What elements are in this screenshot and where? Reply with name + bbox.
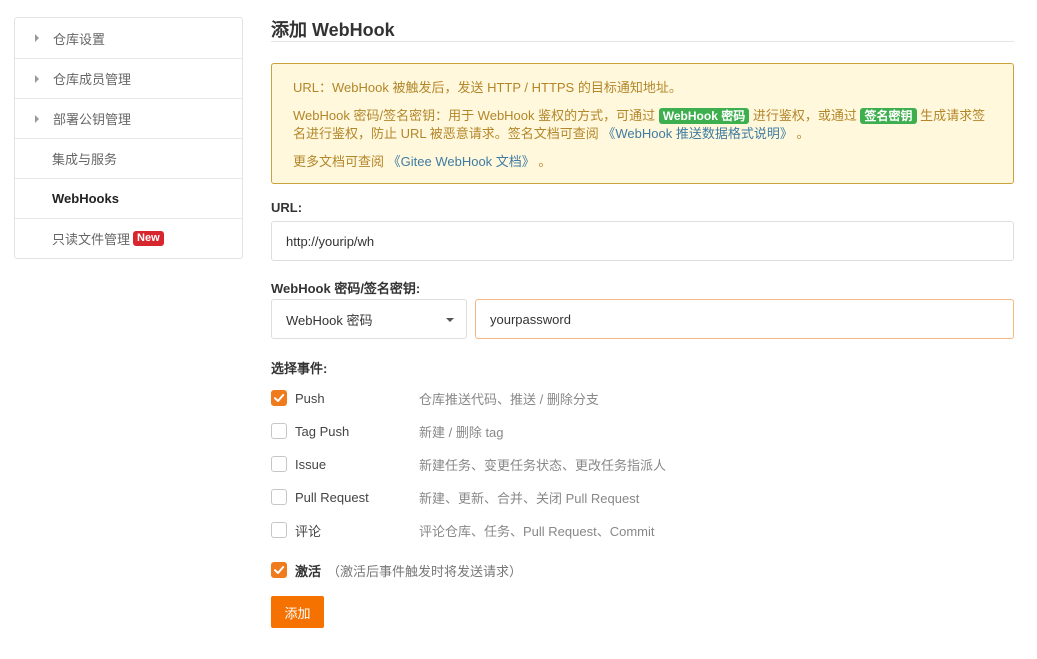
notice-more-docs-text: 更多文档可查阅 《Gitee WebHook 文档》 。: [293, 153, 992, 171]
event-desc: 新建、更新、合并、关闭 Pull Request: [419, 490, 640, 506]
notice-secret-text: WebHook 密码/签名密钥：用于 WebHook 鉴权的方式，可通过 Web…: [293, 107, 992, 143]
notice-line-2d: 。: [796, 126, 810, 141]
event-desc: 新建任务、变更任务状态、更改任务指派人: [419, 457, 667, 473]
notice-url-text: URL：WebHook 被触发后，发送 HTTP / HTTPS 的目标通知地址…: [293, 79, 992, 97]
gitee-webhook-doc-link[interactable]: 《Gitee WebHook 文档》: [388, 154, 535, 169]
event-row-pull-request: Pull Request 新建、更新、合并、关闭 Pull Request: [271, 487, 1014, 507]
settings-sidebar: 仓库设置 仓库成员管理 部署公钥管理 集成与服务 WebHooks 只读文件管理…: [14, 17, 243, 259]
activate-label: 激活: [295, 563, 322, 579]
comment-checkbox[interactable]: [271, 522, 287, 538]
event-name: Push: [295, 390, 325, 406]
caret-right-icon: [35, 34, 39, 42]
notice-line-3a: 更多文档可查阅: [293, 154, 385, 169]
secret-type-value: WebHook 密码: [286, 312, 373, 328]
secret-input[interactable]: [475, 299, 1014, 339]
event-name: Pull Request: [295, 489, 369, 505]
sidebar-item-webhooks[interactable]: WebHooks: [15, 178, 242, 218]
webhook-password-tag: WebHook 密码: [658, 108, 750, 124]
activate-row: 激活 （激活后事件触发时将发送请求）: [271, 560, 1014, 580]
notice-line-2b: 进行鉴权，或通过: [752, 108, 857, 123]
sidebar-item-integrations[interactable]: 集成与服务: [15, 138, 242, 178]
notice-line-1: URL：WebHook 被触发后，发送 HTTP / HTTPS 的目标通知地址…: [293, 80, 682, 95]
main-content: 添加 WebHook URL：WebHook 被触发后，发送 HTTP / HT…: [271, 0, 1014, 628]
check-icon: [274, 566, 285, 574]
sidebar-item-readonly-files[interactable]: 只读文件管理 New: [15, 218, 242, 258]
activate-hint: （激活后事件触发时将发送请求）: [327, 563, 523, 579]
secret-label: WebHook 密码/签名密钥:: [271, 281, 421, 296]
issue-checkbox[interactable]: [271, 456, 287, 472]
event-desc: 新建 / 删除 tag: [419, 424, 504, 440]
sidebar-item-repo-settings[interactable]: 仓库设置: [15, 18, 242, 58]
event-row-tag-push: Tag Push 新建 / 删除 tag: [271, 421, 1014, 441]
activate-checkbox[interactable]: [271, 562, 287, 578]
sidebar-item-label: 仓库设置: [53, 31, 106, 47]
event-row-comment: 评论 评论仓库、任务、Pull Request、Commit: [271, 520, 1014, 540]
info-notice: URL：WebHook 被触发后，发送 HTTP / HTTPS 的目标通知地址…: [271, 63, 1014, 184]
signing-key-tag: 签名密钥: [860, 108, 917, 124]
event-name: 评论: [295, 523, 322, 539]
sidebar-item-label: 集成与服务: [52, 152, 118, 167]
push-format-doc-link[interactable]: 《WebHook 推送数据格式说明》: [602, 126, 792, 141]
event-name: Tag Push: [295, 423, 350, 439]
sidebar-item-label: 只读文件管理: [52, 232, 131, 247]
event-desc: 评论仓库、任务、Pull Request、Commit: [419, 523, 655, 539]
sidebar-item-label: 部署公钥管理: [53, 112, 132, 127]
check-icon: [274, 394, 285, 402]
event-row-push: Push 仓库推送代码、推送 / 删除分支: [271, 388, 1014, 408]
caret-right-icon: [35, 114, 39, 123]
sidebar-item-label: WebHooks: [52, 191, 119, 206]
event-row-issue: Issue 新建任务、变更任务状态、更改任务指派人: [271, 454, 1014, 474]
event-name: Issue: [295, 456, 327, 472]
add-button[interactable]: 添加: [271, 596, 324, 628]
new-badge: New: [133, 231, 164, 246]
chevron-down-icon: [446, 318, 454, 322]
push-checkbox[interactable]: [271, 390, 287, 406]
sidebar-item-label: 仓库成员管理: [53, 72, 132, 87]
caret-right-icon: [35, 74, 39, 83]
tag-push-checkbox[interactable]: [271, 423, 287, 439]
pull-request-checkbox[interactable]: [271, 489, 287, 505]
notice-line-2a: WebHook 密码/签名密钥：用于 WebHook 鉴权的方式，可通过: [293, 108, 656, 123]
sidebar-item-deploy-keys[interactable]: 部署公钥管理: [15, 98, 242, 138]
url-input[interactable]: [271, 221, 1014, 261]
url-label: URL:: [271, 200, 303, 215]
page-title: 添加 WebHook: [271, 0, 1014, 42]
secret-type-select[interactable]: WebHook 密码: [271, 299, 467, 339]
sidebar-item-members[interactable]: 仓库成员管理: [15, 58, 242, 98]
notice-line-3b: 。: [538, 154, 552, 169]
events-label: 选择事件:: [271, 361, 328, 376]
event-desc: 仓库推送代码、推送 / 删除分支: [419, 391, 599, 407]
